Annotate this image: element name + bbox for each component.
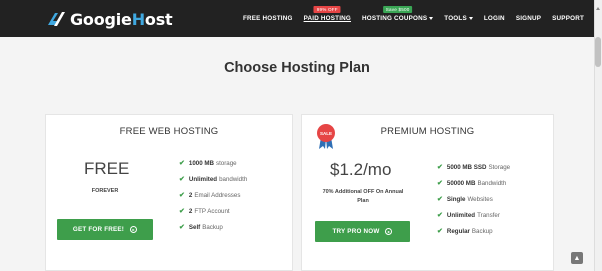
check-icon: ✔ (179, 160, 185, 167)
nav-support[interactable]: SUPPORT (552, 15, 584, 22)
scrollbar-thumb[interactable] (595, 37, 601, 67)
arrow-right-icon: ▸ (130, 226, 138, 233)
feature-item: ✔ Self Backup (179, 223, 223, 232)
chevron-down-icon (468, 17, 473, 20)
feature-item: ✔ 5000 MB SSD Storage (437, 163, 511, 172)
free-plan-card: FREE WEB HOSTING FREE FOREVER GET FOR FR… (45, 114, 293, 271)
vertical-scrollbar[interactable] (594, 0, 602, 271)
check-icon: ✔ (437, 212, 443, 219)
main-nav: FREE HOSTING 99% OFF PAID HOSTING Save $… (243, 6, 584, 22)
logo-icon (45, 9, 67, 29)
premium-plan-card: SALE PREMIUM HOSTING $1.2/mo 70% Additio… (301, 114, 554, 271)
plan-features: ✔ 1000 MB storage ✔ Unlimited bandwidth ✔ 2 Em… (179, 155, 247, 235)
scroll-up-arrow-icon[interactable] (595, 0, 601, 10)
plan-price-note: FOREVER (91, 188, 119, 194)
feature-item: ✔ 2 Email Addresses (179, 191, 241, 200)
plan-price-note: 70% Additional OFF On Annual Plan (322, 189, 404, 204)
feature-item: ✔ Regular Backup (437, 227, 493, 236)
chevron-down-icon (429, 17, 434, 20)
feature-item: ✔ 50000 MB Bandwidth (437, 179, 507, 188)
savings-badge: Save $500 (382, 6, 413, 13)
nav-free-hosting[interactable]: FREE HOSTING (243, 15, 293, 22)
feature-item: ✔ Unlimited bandwidth (179, 175, 248, 184)
discount-badge: 99% OFF (313, 6, 341, 13)
check-icon: ✔ (437, 180, 443, 187)
top-navigation-bar: GoogieHost FREE HOSTING 99% OFF PAID HOS… (0, 0, 594, 37)
nav-login[interactable]: LOGIN (484, 15, 505, 22)
check-icon: ✔ (437, 228, 443, 235)
site-logo[interactable]: GoogieHost (45, 8, 173, 30)
check-icon: ✔ (179, 208, 185, 215)
check-icon: ✔ (437, 164, 443, 171)
check-icon: ✔ (179, 192, 185, 199)
feature-item: ✔ 2 FTP Account (179, 207, 230, 216)
chevron-up-icon: ▲ (573, 254, 581, 262)
check-icon: ✔ (179, 176, 185, 183)
check-icon: ✔ (437, 196, 443, 203)
plan-features: ✔ 5000 MB SSD Storage ✔ 50000 MB Bandwidth ✔… (437, 159, 510, 239)
feature-item: ✔ 1000 MB storage (179, 159, 237, 168)
nav-signup[interactable]: SIGNUP (516, 15, 541, 22)
feature-item: ✔ Unlimited Transfer (437, 211, 500, 220)
check-icon: ✔ (179, 224, 185, 231)
nav-hosting-coupons[interactable]: Save $500 HOSTING COUPONS (362, 6, 434, 22)
back-to-top-button[interactable]: ▲ (571, 252, 583, 264)
nav-paid-hosting[interactable]: 99% OFF PAID HOSTING (304, 6, 351, 22)
nav-tools[interactable]: TOOLS (444, 15, 473, 22)
plan-title: FREE WEB HOSTING (119, 126, 219, 137)
plan-price: FREE (84, 159, 130, 178)
page-title: Choose Hosting Plan (224, 60, 370, 76)
plan-price: $1.2/mo (330, 160, 392, 179)
arrow-right-icon: ▸ (385, 228, 393, 235)
get-for-free-button[interactable]: GET FOR FREE! ▸ (57, 219, 153, 240)
plan-title: PREMIUM HOSTING (380, 126, 475, 137)
feature-item: ✔ Single Websites (437, 195, 493, 204)
logo-text: GoogieHost (70, 9, 173, 29)
try-pro-now-button[interactable]: TRY PRO NOW ▸ (315, 221, 410, 242)
